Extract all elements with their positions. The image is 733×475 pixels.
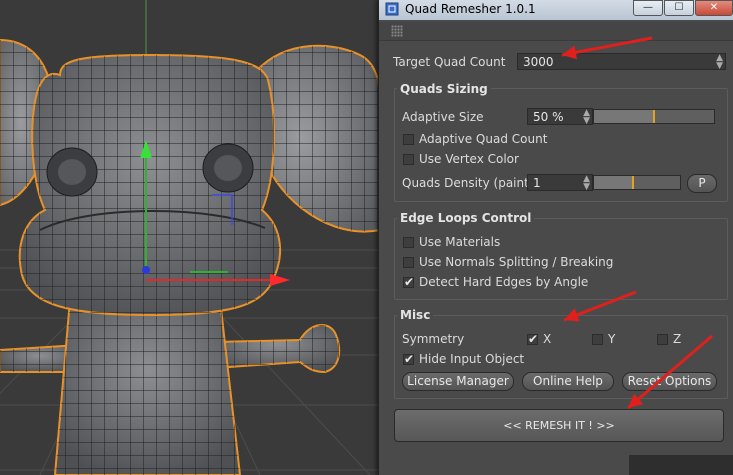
menu-grip-row [379, 22, 733, 41]
online-help-button[interactable]: Online Help [522, 372, 614, 391]
hide-input-object-checkbox[interactable]: ✔ [403, 353, 414, 365]
use-vertex-color-label: Use Vertex Color [419, 152, 519, 166]
quads-density-slider-fill [594, 176, 633, 189]
grip-icon[interactable] [391, 25, 403, 37]
use-materials-checkbox[interactable] [403, 237, 414, 248]
symmetry-y-label: Y [608, 332, 616, 346]
reset-options-button[interactable]: Reset Options [622, 372, 717, 391]
spinner-arrows-icon[interactable]: ▲ ▼ [583, 109, 590, 126]
hide-input-object-label: Hide Input Object [419, 352, 525, 366]
use-normals-checkbox[interactable] [403, 257, 414, 268]
target-quad-count-label: Target Quad Count [393, 55, 506, 69]
symmetry-z-checkbox[interactable] [657, 334, 668, 345]
bottom-panel-strip [629, 455, 733, 475]
app-icon [385, 2, 399, 16]
edge-loops-title: Edge Loops Control [397, 211, 535, 225]
character-head [18, 53, 282, 317]
symmetry-z-label: Z [673, 332, 682, 346]
minimize-button[interactable]: — [633, 0, 663, 16]
use-vertex-color-checkbox[interactable] [403, 154, 414, 165]
quads-density-slider[interactable] [593, 175, 681, 190]
maximize-button[interactable]: ☐ [664, 0, 694, 16]
adaptive-size-field[interactable]: 50 % ▲ ▼ [527, 108, 593, 126]
remesh-button[interactable]: << REMESH IT ! >> [394, 409, 724, 442]
quads-density-value: 1 [533, 176, 541, 190]
adaptive-size-slider[interactable] [593, 109, 715, 124]
adaptive-size-label: Adaptive Size [402, 110, 484, 124]
symmetry-label: Symmetry [402, 332, 465, 346]
adaptive-quad-count-checkbox[interactable] [403, 134, 414, 145]
misc-title: Misc [397, 308, 434, 322]
use-normals-label: Use Normals Splitting / Breaking [419, 255, 614, 269]
symmetry-y-checkbox[interactable] [592, 334, 603, 345]
detect-hard-edges-label: Detect Hard Edges by Angle [419, 275, 589, 289]
detect-hard-edges-checkbox[interactable]: ✔ [403, 276, 414, 288]
quads-density-field[interactable]: 1 ▲ ▼ [527, 174, 593, 192]
quads-density-label: Quads Density (paint) [402, 176, 534, 190]
paint-button[interactable]: P [687, 174, 717, 193]
title-bar[interactable]: Quad Remesher 1.0.1 — ☐ ✕ [379, 0, 733, 20]
spinner-arrows-icon[interactable]: ▲ ▼ [583, 175, 590, 192]
character-body [53, 299, 242, 475]
symmetry-x-label: X [543, 332, 552, 346]
adaptive-quad-count-label: Adaptive Quad Count [419, 132, 548, 146]
adaptive-size-slider-fill [594, 110, 654, 123]
target-quad-count-value: 3000 [523, 55, 554, 69]
close-button[interactable]: ✕ [695, 0, 733, 16]
spinner-arrows-icon[interactable]: ▲ ▼ [716, 54, 723, 71]
adaptive-size-value: 50 % [533, 110, 564, 124]
quad-remesher-dialog: Quad Remesher 1.0.1 — ☐ ✕ Target Quad Co… [378, 0, 733, 475]
license-manager-button[interactable]: License Manager [402, 372, 514, 391]
quads-sizing-title: Quads Sizing [397, 82, 491, 96]
target-quad-count-field[interactable]: 3000 ▲ ▼ [517, 53, 726, 71]
symmetry-x-checkbox[interactable]: ✔ [527, 333, 538, 345]
adaptive-size-slider-knob[interactable] [653, 110, 655, 123]
window-title: Quad Remesher 1.0.1 [405, 2, 536, 16]
quads-density-slider-knob[interactable] [631, 176, 634, 189]
use-materials-label: Use Materials [419, 235, 501, 249]
